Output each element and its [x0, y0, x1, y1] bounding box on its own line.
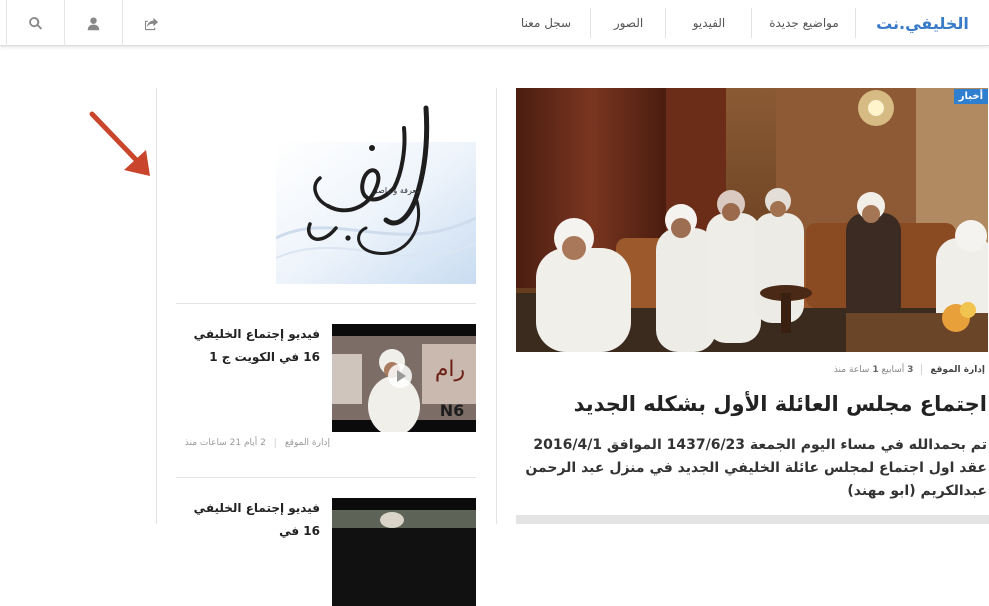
post-title[interactable]: فيديو إجتماع الخليفي 16 في — [176, 497, 320, 543]
post-thumbnail[interactable]: رام N6 — [332, 324, 476, 432]
article-excerpt: تم بحمدالله في مساء اليوم الجمعة 1437/6/… — [525, 437, 987, 499]
time-suffix: ساعة منذ — [833, 364, 870, 375]
article-author[interactable]: إدارة الموقع — [930, 365, 985, 375]
article-meta: إدارة الموقع 3 أسابيع 1 ساعة منذ — [834, 364, 985, 375]
time-unit: أسابيع — [881, 364, 905, 375]
content-strip — [516, 515, 989, 524]
svg-text:رام: رام — [435, 357, 465, 382]
nav-new-topics[interactable]: مواضيع جديدة — [752, 0, 856, 46]
sidebar-divider — [176, 303, 476, 304]
article-title[interactable]: اجتماع مجلس العائلة الأول بشكله الجديد — [517, 392, 987, 417]
post-thumbnail[interactable] — [332, 498, 476, 606]
share-icon[interactable] — [122, 0, 180, 46]
svg-text:N6: N6 — [440, 401, 465, 420]
nav-photos[interactable]: الصور — [591, 0, 666, 46]
category-badge[interactable]: أخبار — [953, 89, 988, 104]
top-navbar: الخليفي.نت مواضيع جديدة الفيديو الصور سج… — [0, 0, 989, 46]
site-logo: معرفة وتواصل — [275, 88, 477, 284]
nav-videos[interactable]: الفيديو — [666, 0, 752, 46]
user-icon[interactable] — [64, 0, 122, 46]
featured-article-image[interactable] — [516, 88, 988, 352]
logo-caption: معرفة وتواصل — [372, 186, 421, 195]
arrow-annotation-icon — [89, 111, 150, 176]
sidebar-border — [156, 88, 157, 524]
nav-register[interactable]: سجل معنا — [501, 0, 591, 46]
meta-divider — [274, 438, 276, 448]
site-brand[interactable]: الخليفي.نت — [856, 0, 989, 46]
post-title[interactable]: فيديو إجتماع الخليفي 16 في الكويت ج 1 — [176, 323, 320, 369]
post-author[interactable]: إدارة الموقع — [285, 438, 330, 448]
post-meta: إدارة الموقع 2 أيام 21 ساعات منذ — [185, 438, 330, 448]
time-value: 3 — [907, 364, 914, 375]
time-count: 1 — [872, 364, 879, 375]
meta-divider — [921, 364, 923, 375]
post-time: 2 أيام 21 ساعات منذ — [184, 438, 266, 448]
sidebar-divider — [176, 477, 476, 478]
article-time: 3 أسابيع 1 ساعة منذ — [834, 365, 914, 375]
search-icon[interactable] — [6, 0, 64, 46]
content-border — [496, 88, 497, 524]
